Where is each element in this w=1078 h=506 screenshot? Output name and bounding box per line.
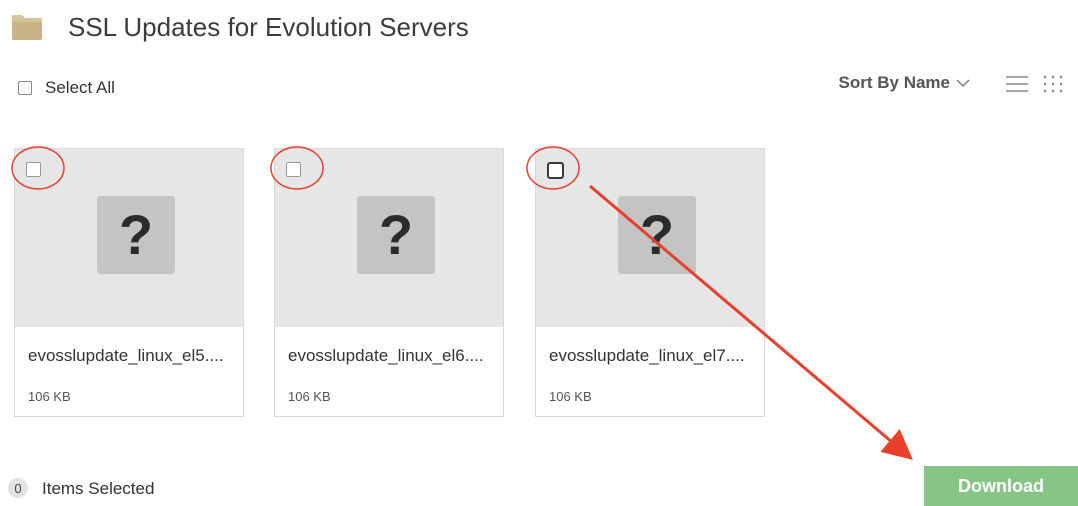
file-thumbnail: ? [15,149,243,327]
page-title: SSL Updates for Evolution Servers [68,12,469,42]
question-mark: ? [118,203,154,266]
file-thumbnail: ? [536,149,764,327]
grid-view-icon[interactable] [1042,74,1064,94]
file-thumbnail: ? [275,149,503,327]
file-checkbox[interactable] [26,162,41,177]
file-checkbox[interactable] [286,162,301,177]
file-card[interactable]: ? evosslupdate_linux_el6.... 106 KB [274,148,504,417]
selected-count-badge: 0 [8,478,28,498]
file-name: evosslupdate_linux_el7.... [549,346,745,365]
file-name: evosslupdate_linux_el5.... [28,346,224,365]
list-view-icon[interactable] [1005,74,1029,94]
file-card[interactable]: ? evosslupdate_linux_el7.... 106 KB [535,148,765,417]
file-size: 106 KB [549,389,592,404]
question-mark: ? [378,203,414,266]
select-all-control[interactable]: Select All [18,78,115,98]
unknown-file-icon: ? [618,196,696,274]
file-size: 106 KB [28,389,71,404]
items-selected-label: Items Selected [42,479,155,498]
question-mark: ? [639,203,675,266]
select-all-label: Select All [45,78,115,97]
select-all-checkbox[interactable] [18,81,32,95]
file-checkbox[interactable] [547,162,564,179]
sort-dropdown[interactable]: Sort By Name [839,73,970,93]
unknown-file-icon: ? [357,196,435,274]
download-button[interactable]: Download [924,466,1078,506]
sort-label: Sort By Name [838,73,950,92]
unknown-file-icon: ? [97,196,175,274]
file-name: evosslupdate_linux_el6.... [288,346,484,365]
file-card[interactable]: ? evosslupdate_linux_el5.... 106 KB [14,148,244,417]
file-size: 106 KB [288,389,331,404]
chevron-down-icon [956,79,970,87]
folder-icon [12,15,42,40]
